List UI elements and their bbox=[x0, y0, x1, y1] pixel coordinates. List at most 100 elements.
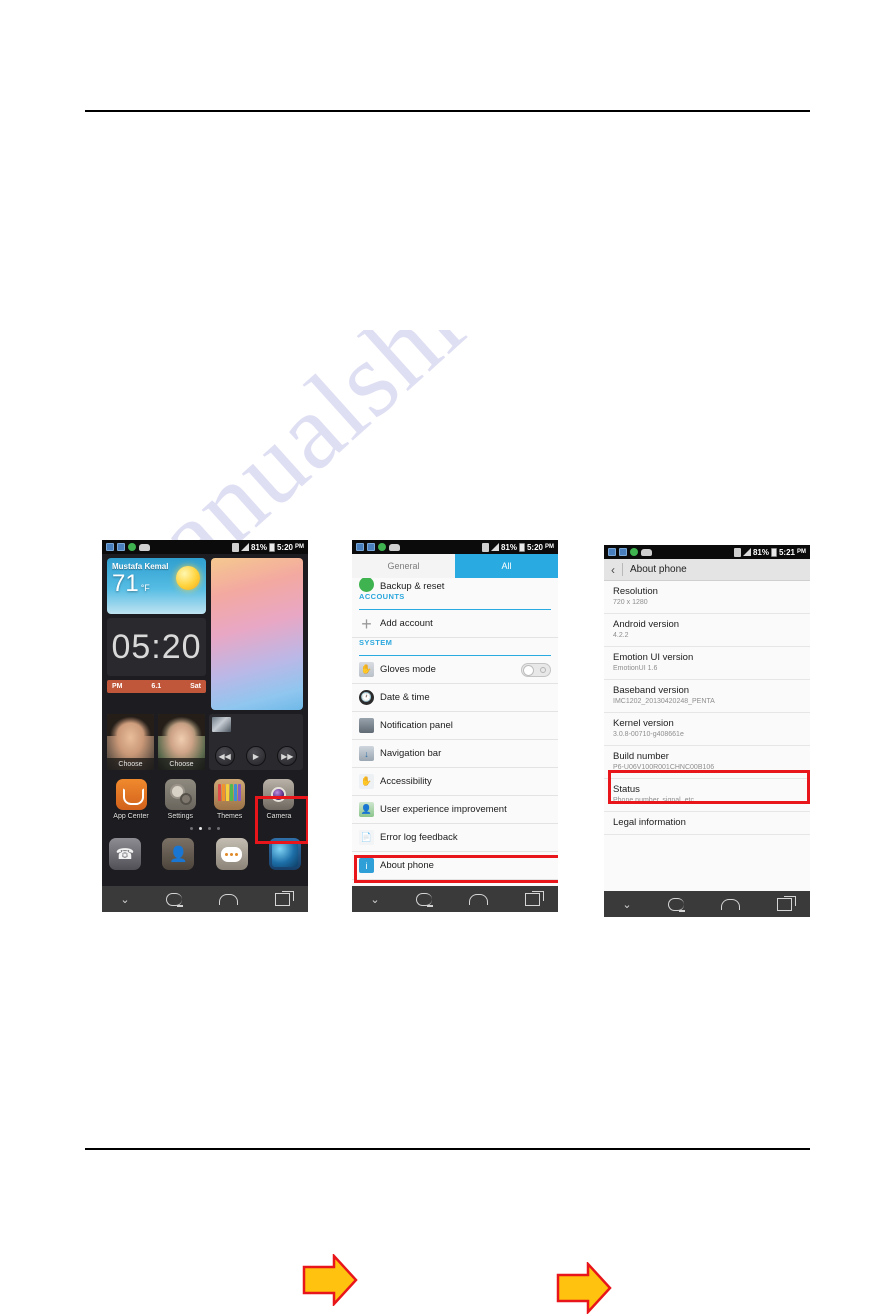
settings-item-label: Backup & reset bbox=[380, 581, 445, 592]
photo-2-label: Choose bbox=[158, 758, 205, 770]
about-item-emotion-ui-version[interactable]: Emotion UI version EmotionUI 1.6 bbox=[604, 647, 810, 680]
navigation-bar-settings: ⌄ bbox=[352, 886, 558, 912]
clock-ampm-about: PM bbox=[797, 549, 806, 555]
gloves-mode-toggle[interactable] bbox=[521, 662, 551, 677]
settings-item-error-log[interactable]: 📄 Error log feedback bbox=[352, 824, 558, 852]
about-item-subtitle: 720 x 1280 bbox=[613, 599, 648, 606]
clock-ampm-home: PM bbox=[295, 544, 304, 550]
about-item-legal-information[interactable]: Legal information bbox=[604, 812, 810, 835]
screenshot-icon bbox=[389, 543, 400, 551]
about-item-title: Android version bbox=[613, 619, 680, 630]
tab-all[interactable]: All bbox=[455, 554, 558, 578]
settings-item-date-time[interactable]: 🕐 Date & time bbox=[352, 684, 558, 712]
navigation-bar-about: ⌄ bbox=[604, 891, 810, 917]
settings-section-accounts: ACCOUNTS bbox=[359, 592, 405, 601]
play-button[interactable]: ▶ bbox=[245, 746, 266, 766]
app-icon-app-center[interactable]: App Center bbox=[109, 779, 153, 820]
about-item-title: Baseband version bbox=[613, 685, 690, 696]
music-player-widget[interactable]: ◀◀ ▶ ▶▶ bbox=[209, 714, 303, 770]
about-item-resolution[interactable]: Resolution 720 x 1280 bbox=[604, 581, 810, 614]
settings-item-about-phone[interactable]: i About phone bbox=[352, 852, 558, 880]
home-nav-icon[interactable] bbox=[720, 898, 740, 910]
navigation-bar-home: ⌄ bbox=[102, 886, 308, 912]
back-nav-icon[interactable] bbox=[166, 892, 184, 907]
settings-item-gloves-mode[interactable]: ✋ Gloves mode bbox=[352, 656, 558, 684]
phone-home-screenshot: 81% 5:20 PM Mustafa Kemal 71 °F 05:20 PM… bbox=[102, 540, 308, 912]
about-item-baseband-version[interactable]: Baseband version IMC1202_20130420248_PEN… bbox=[604, 680, 810, 713]
browser-globe-icon[interactable] bbox=[268, 838, 301, 870]
accessibility-icon: ✋ bbox=[359, 774, 374, 789]
about-item-kernel-version[interactable]: Kernel version 3.0.8-00710-g408661e bbox=[604, 713, 810, 746]
signal-icon bbox=[742, 548, 751, 556]
recents-nav-icon[interactable] bbox=[776, 895, 796, 911]
album-art bbox=[212, 717, 231, 732]
next-button[interactable]: ▶▶ bbox=[277, 746, 298, 766]
hide-navbar-chevron-icon[interactable]: ⌄ bbox=[370, 893, 379, 906]
hide-navbar-chevron-icon[interactable]: ⌄ bbox=[120, 893, 129, 906]
app-icon-settings[interactable]: Settings bbox=[158, 779, 202, 820]
messaging-icon[interactable] bbox=[215, 838, 248, 870]
photo-widget-1[interactable]: Choose bbox=[107, 714, 154, 770]
sim-icon bbox=[231, 542, 239, 552]
about-phone-list[interactable]: Resolution 720 x 1280 Android version 4.… bbox=[604, 581, 810, 891]
page-dot-3[interactable] bbox=[208, 827, 211, 830]
hide-navbar-chevron-icon[interactable]: ⌄ bbox=[622, 898, 631, 911]
settings-item-navigation-bar[interactable]: ↓ Navigation bar bbox=[352, 740, 558, 768]
back-nav-icon[interactable] bbox=[668, 897, 686, 912]
back-chevron-icon[interactable]: ‹ bbox=[611, 564, 615, 576]
home-widgets-top: Mustafa Kemal 71 °F 05:20 PM 6.1 Sat bbox=[107, 558, 303, 710]
photo-widget-2[interactable]: Choose bbox=[158, 714, 205, 770]
settings-item-user-experience[interactable]: 👤 User experience improvement bbox=[352, 796, 558, 824]
page-dot-4[interactable] bbox=[217, 827, 220, 830]
page-dot-2[interactable] bbox=[199, 827, 202, 830]
recents-nav-icon[interactable] bbox=[524, 890, 544, 906]
battery-percent-about: 81% bbox=[752, 547, 769, 557]
settings-tab-bar: General All bbox=[352, 554, 558, 578]
signal-icon bbox=[240, 543, 249, 551]
app-icon-camera[interactable]: Camera bbox=[257, 779, 301, 820]
phone-dialer-icon[interactable]: ☎ bbox=[109, 838, 141, 870]
back-nav-icon[interactable] bbox=[416, 892, 434, 907]
about-item-status[interactable]: Status Phone number, signal, etc. bbox=[604, 779, 810, 812]
settings-item-backup-reset[interactable]: Backup & reset bbox=[352, 578, 558, 592]
weather-widget[interactable]: Mustafa Kemal 71 °F bbox=[107, 558, 206, 614]
settings-item-label: Gloves mode bbox=[380, 664, 436, 675]
contacts-icon[interactable]: 👤 bbox=[162, 838, 195, 870]
date-time-icon: 🕐 bbox=[359, 690, 374, 705]
user-experience-icon: 👤 bbox=[359, 802, 374, 817]
android-icon bbox=[128, 543, 136, 551]
page-dot-1[interactable] bbox=[190, 827, 193, 830]
recents-nav-icon[interactable] bbox=[274, 890, 294, 906]
gear-small bbox=[179, 793, 192, 805]
settings-list[interactable]: Backup & reset ACCOUNTS + Add account SY… bbox=[352, 578, 558, 886]
about-phone-icon: i bbox=[359, 858, 374, 873]
previous-button[interactable]: ◀◀ bbox=[214, 746, 235, 766]
settings-label: Settings bbox=[167, 813, 193, 820]
settings-item-accessibility[interactable]: ✋ Accessibility bbox=[352, 768, 558, 796]
about-item-title: Resolution bbox=[613, 586, 658, 597]
sim-icon bbox=[481, 542, 489, 552]
settings-item-notification-panel[interactable]: Notification panel bbox=[352, 712, 558, 740]
themes-pencils-icon bbox=[214, 779, 246, 810]
battery-icon bbox=[518, 542, 525, 552]
arrow-settings-to-about bbox=[556, 1262, 612, 1314]
player-controls: ◀◀ ▶ ▶▶ bbox=[209, 746, 303, 766]
clock-widget[interactable]: 05:20 bbox=[107, 618, 206, 676]
about-item-subtitle: P6-U06V100R001CHNC00B106 bbox=[613, 764, 715, 771]
notification-icon-2 bbox=[619, 548, 627, 556]
about-item-android-version[interactable]: Android version 4.2.2 bbox=[604, 614, 810, 647]
about-item-title: Build number bbox=[613, 751, 669, 762]
app-icon-themes[interactable]: Themes bbox=[208, 779, 252, 820]
phone-about-screenshot: 81% 5:21 PM ‹ About phone Resolution 720… bbox=[604, 545, 810, 917]
battery-percent-home: 81% bbox=[250, 542, 267, 552]
home-nav-icon[interactable] bbox=[468, 893, 488, 905]
about-item-build-number[interactable]: Build number P6-U06V100R001CHNC00B106 bbox=[604, 746, 810, 779]
clock-ampm-settings: PM bbox=[545, 544, 554, 550]
settings-item-add-account[interactable]: + Add account bbox=[352, 610, 558, 638]
settings-section-system: SYSTEM bbox=[359, 638, 393, 647]
home-nav-icon[interactable] bbox=[218, 893, 238, 905]
tab-general[interactable]: General bbox=[352, 554, 455, 578]
settings-gear-icon bbox=[164, 779, 196, 810]
about-item-subtitle: Phone number, signal, etc. bbox=[613, 797, 696, 804]
status-bar-home: 81% 5:20 PM bbox=[102, 540, 308, 554]
